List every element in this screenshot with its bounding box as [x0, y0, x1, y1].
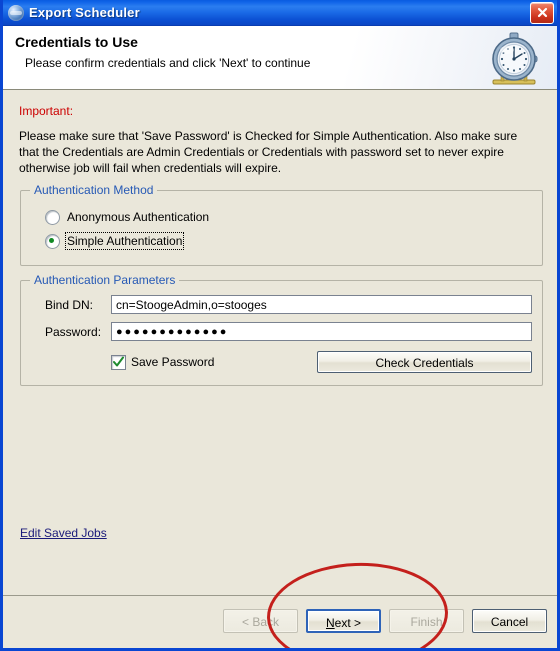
radio-simple-authentication[interactable]: [45, 233, 60, 249]
next-button[interactable]: Next >: [306, 609, 381, 633]
window-title: Export Scheduler: [29, 5, 140, 20]
page-title: Credentials to Use: [15, 34, 138, 50]
wizard-body: Important: Please make sure that 'Save P…: [3, 90, 557, 528]
password-row: Password:: [45, 322, 532, 341]
save-password-row: Save Password Check Credentials: [111, 351, 532, 373]
close-icon[interactable]: [530, 1, 554, 24]
radio-anonymous-authentication[interactable]: [45, 209, 60, 225]
password-label: Password:: [45, 324, 102, 339]
stopwatch-icon: [483, 30, 545, 88]
check-credentials-button[interactable]: Check Credentials: [317, 351, 532, 373]
page-subtitle: Please confirm credentials and click 'Ne…: [25, 56, 311, 70]
important-text: Please make sure that 'Save Password' is…: [19, 129, 518, 175]
authentication-method-group: Authentication Method Anonymous Authenti…: [20, 183, 543, 266]
sphere-icon: [8, 4, 24, 21]
password-input[interactable]: [111, 322, 532, 341]
edit-saved-jobs-link[interactable]: Edit Saved Jobs: [20, 526, 107, 540]
finish-button[interactable]: Finish: [389, 609, 464, 633]
save-password-label: Save Password: [131, 355, 215, 369]
important-label: Important:: [19, 104, 74, 118]
bind-dn-row: Bind DN:: [45, 295, 532, 314]
wizard-footer: < Back Next > Finish Cancel: [3, 595, 557, 648]
radio-row-anonymous[interactable]: Anonymous Authentication: [45, 207, 532, 227]
radio-label-anonymous: Anonymous Authentication: [67, 210, 210, 224]
authentication-method-title: Authentication Method: [30, 183, 158, 197]
back-button[interactable]: < Back: [223, 609, 298, 633]
radio-label-simple: Simple Authentication: [64, 232, 185, 250]
authentication-parameters-title: Authentication Parameters: [30, 273, 180, 287]
authentication-parameters-group: Authentication Parameters Bind DN: Passw…: [20, 273, 543, 386]
bind-dn-label: Bind DN:: [45, 297, 94, 312]
wizard-header: Credentials to Use Please confirm creden…: [3, 26, 557, 90]
cancel-button[interactable]: Cancel: [472, 609, 547, 633]
radio-row-simple[interactable]: Simple Authentication: [45, 231, 532, 251]
save-password-checkbox[interactable]: [111, 354, 126, 370]
footer-button-group: < Back Next > Finish Cancel: [223, 609, 547, 633]
export-scheduler-window: Export Scheduler Credentials to Use Plea…: [0, 0, 560, 651]
bind-dn-input[interactable]: [111, 295, 532, 314]
title-bar: Export Scheduler: [3, 0, 557, 26]
